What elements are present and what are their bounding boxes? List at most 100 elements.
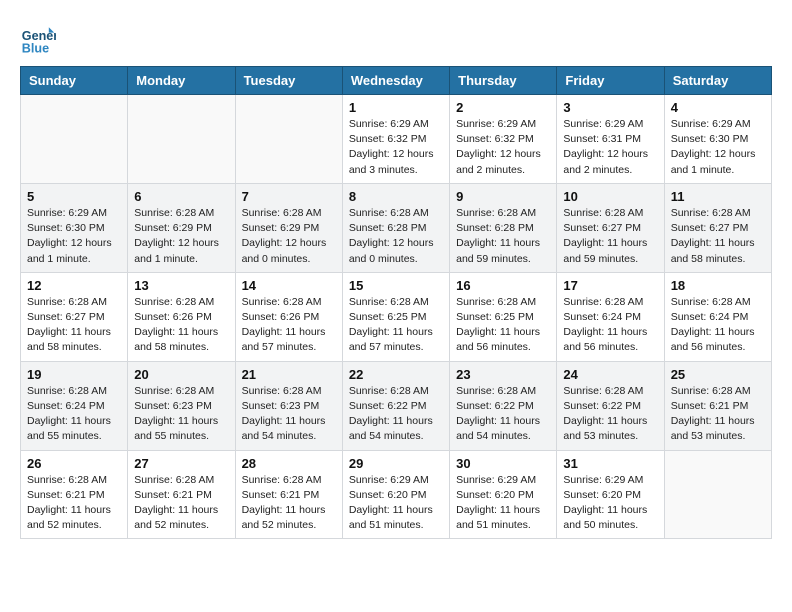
day-number: 5	[27, 189, 121, 204]
calendar-cell: 2Sunrise: 6:29 AM Sunset: 6:32 PM Daylig…	[450, 95, 557, 184]
day-number: 31	[563, 456, 657, 471]
day-number: 2	[456, 100, 550, 115]
calendar-week-5: 26Sunrise: 6:28 AM Sunset: 6:21 PM Dayli…	[21, 450, 772, 539]
page-header: General Blue	[20, 20, 772, 56]
calendar-cell: 30 Sunrise: 6:29 AM Sunset: 6:20 PM Dayli…	[450, 450, 557, 539]
calendar-cell: 23Sunrise: 6:28 AM Sunset: 6:22 PM Dayli…	[450, 361, 557, 450]
day-info: Sunrise: 6:28 AM Sunset: 6:29 PM Dayligh…	[134, 206, 228, 267]
day-header-monday: Monday	[128, 67, 235, 95]
day-header-friday: Friday	[557, 67, 664, 95]
day-info: Sunrise: 6:28 AM Sunset: 6:27 PM Dayligh…	[671, 206, 765, 267]
calendar-cell: 15 Sunrise: 6:28 AM Sunset: 6:25 PM Dayli…	[342, 272, 449, 361]
calendar-cell: 14 Sunrise: 6:28 AM Sunset: 6:26 PM Dayli…	[235, 272, 342, 361]
day-number: 10	[563, 189, 657, 204]
day-info: Sunrise: 6:28 AM Sunset: 6:27 PM Dayligh…	[563, 206, 657, 267]
day-number: 14	[242, 278, 336, 293]
day-info: Sunrise: 6:28 AM Sunset: 6:22 PM Dayligh…	[563, 384, 657, 445]
day-info: Sunrise: 6:29 AM Sunset: 6:30 PM Dayligh…	[671, 117, 765, 178]
day-info: Sunrise: 6:29 AM Sunset: 6:31 PM Dayligh…	[563, 117, 657, 178]
day-number: 13	[134, 278, 228, 293]
calendar-cell: 26Sunrise: 6:28 AM Sunset: 6:21 PM Dayli…	[21, 450, 128, 539]
day-number: 3	[563, 100, 657, 115]
day-number: 20	[134, 367, 228, 382]
day-number: 11	[671, 189, 765, 204]
day-info: Sunrise: 6:29 AM Sunset: 6:32 PM Dayligh…	[349, 117, 443, 178]
day-number: 6	[134, 189, 228, 204]
day-info: Sunrise: 6:28 AM Sunset: 6:21 PM Dayligh…	[134, 473, 228, 534]
day-info: Sunrise: 6:28 AM Sunset: 6:28 PM Dayligh…	[456, 206, 550, 267]
day-number: 24	[563, 367, 657, 382]
day-number: 29	[349, 456, 443, 471]
calendar-cell	[128, 95, 235, 184]
day-header-wednesday: Wednesday	[342, 67, 449, 95]
logo-icon: General Blue	[20, 20, 56, 56]
calendar-cell: 8 Sunrise: 6:28 AM Sunset: 6:28 PM Daylig…	[342, 183, 449, 272]
day-info: Sunrise: 6:29 AM Sunset: 6:20 PM Dayligh…	[349, 473, 443, 534]
calendar-cell: 25Sunrise: 6:28 AM Sunset: 6:21 PM Dayli…	[664, 361, 771, 450]
calendar-cell: 11 Sunrise: 6:28 AM Sunset: 6:27 PM Dayli…	[664, 183, 771, 272]
calendar-cell: 29 Sunrise: 6:29 AM Sunset: 6:20 PM Dayli…	[342, 450, 449, 539]
day-info: Sunrise: 6:28 AM Sunset: 6:27 PM Dayligh…	[27, 295, 121, 356]
calendar-cell	[235, 95, 342, 184]
calendar-cell: 13 Sunrise: 6:28 AM Sunset: 6:26 PM Dayli…	[128, 272, 235, 361]
day-info: Sunrise: 6:28 AM Sunset: 6:23 PM Dayligh…	[134, 384, 228, 445]
calendar-cell: 22Sunrise: 6:28 AM Sunset: 6:22 PM Dayli…	[342, 361, 449, 450]
day-number: 27	[134, 456, 228, 471]
calendar-cell: 1 Sunrise: 6:29 AM Sunset: 6:32 PM Daylig…	[342, 95, 449, 184]
calendar-cell: 31 Sunrise: 6:29 AM Sunset: 6:20 PM Dayli…	[557, 450, 664, 539]
day-info: Sunrise: 6:29 AM Sunset: 6:20 PM Dayligh…	[456, 473, 550, 534]
day-header-saturday: Saturday	[664, 67, 771, 95]
day-info: Sunrise: 6:28 AM Sunset: 6:25 PM Dayligh…	[349, 295, 443, 356]
calendar-cell: 27 Sunrise: 6:28 AM Sunset: 6:21 PM Dayli…	[128, 450, 235, 539]
calendar-cell: 17 Sunrise: 6:28 AM Sunset: 6:24 PM Dayli…	[557, 272, 664, 361]
calendar-cell	[664, 450, 771, 539]
day-number: 8	[349, 189, 443, 204]
calendar-table: SundayMondayTuesdayWednesdayThursdayFrid…	[20, 66, 772, 539]
day-info: Sunrise: 6:28 AM Sunset: 6:24 PM Dayligh…	[563, 295, 657, 356]
day-number: 23	[456, 367, 550, 382]
day-info: Sunrise: 6:28 AM Sunset: 6:21 PM Dayligh…	[27, 473, 121, 534]
day-number: 15	[349, 278, 443, 293]
day-number: 9	[456, 189, 550, 204]
logo: General Blue	[20, 20, 56, 56]
svg-text:Blue: Blue	[22, 41, 49, 55]
day-number: 28	[242, 456, 336, 471]
day-number: 21	[242, 367, 336, 382]
calendar-cell: 9 Sunrise: 6:28 AM Sunset: 6:28 PM Daylig…	[450, 183, 557, 272]
day-info: Sunrise: 6:29 AM Sunset: 6:20 PM Dayligh…	[563, 473, 657, 534]
calendar-cell: 21 Sunrise: 6:28 AM Sunset: 6:23 PM Dayli…	[235, 361, 342, 450]
calendar-cell: 12 Sunrise: 6:28 AM Sunset: 6:27 PM Dayli…	[21, 272, 128, 361]
calendar-week-3: 12 Sunrise: 6:28 AM Sunset: 6:27 PM Dayli…	[21, 272, 772, 361]
calendar-cell: 6 Sunrise: 6:28 AM Sunset: 6:29 PM Daylig…	[128, 183, 235, 272]
calendar-cell	[21, 95, 128, 184]
day-info: Sunrise: 6:28 AM Sunset: 6:24 PM Dayligh…	[671, 295, 765, 356]
day-number: 17	[563, 278, 657, 293]
calendar-week-2: 5 Sunrise: 6:29 AM Sunset: 6:30 PM Daylig…	[21, 183, 772, 272]
day-number: 22	[349, 367, 443, 382]
day-info: Sunrise: 6:29 AM Sunset: 6:30 PM Dayligh…	[27, 206, 121, 267]
calendar-cell: 16Sunrise: 6:28 AM Sunset: 6:25 PM Dayli…	[450, 272, 557, 361]
calendar-cell: 7Sunrise: 6:28 AM Sunset: 6:29 PM Daylig…	[235, 183, 342, 272]
day-info: Sunrise: 6:28 AM Sunset: 6:26 PM Dayligh…	[242, 295, 336, 356]
calendar-cell: 3 Sunrise: 6:29 AM Sunset: 6:31 PM Daylig…	[557, 95, 664, 184]
day-number: 12	[27, 278, 121, 293]
day-header-thursday: Thursday	[450, 67, 557, 95]
day-info: Sunrise: 6:28 AM Sunset: 6:26 PM Dayligh…	[134, 295, 228, 356]
day-number: 30	[456, 456, 550, 471]
day-number: 25	[671, 367, 765, 382]
calendar-header-row: SundayMondayTuesdayWednesdayThursdayFrid…	[21, 67, 772, 95]
day-number: 1	[349, 100, 443, 115]
day-info: Sunrise: 6:28 AM Sunset: 6:23 PM Dayligh…	[242, 384, 336, 445]
day-info: Sunrise: 6:28 AM Sunset: 6:24 PM Dayligh…	[27, 384, 121, 445]
day-number: 4	[671, 100, 765, 115]
day-number: 16	[456, 278, 550, 293]
calendar-cell: 20 Sunrise: 6:28 AM Sunset: 6:23 PM Dayli…	[128, 361, 235, 450]
calendar-cell: 4 Sunrise: 6:29 AM Sunset: 6:30 PM Daylig…	[664, 95, 771, 184]
day-number: 7	[242, 189, 336, 204]
calendar-week-4: 19 Sunrise: 6:28 AM Sunset: 6:24 PM Dayli…	[21, 361, 772, 450]
day-number: 19	[27, 367, 121, 382]
day-info: Sunrise: 6:28 AM Sunset: 6:28 PM Dayligh…	[349, 206, 443, 267]
day-info: Sunrise: 6:28 AM Sunset: 6:21 PM Dayligh…	[242, 473, 336, 534]
calendar-cell: 18 Sunrise: 6:28 AM Sunset: 6:24 PM Dayli…	[664, 272, 771, 361]
day-number: 18	[671, 278, 765, 293]
